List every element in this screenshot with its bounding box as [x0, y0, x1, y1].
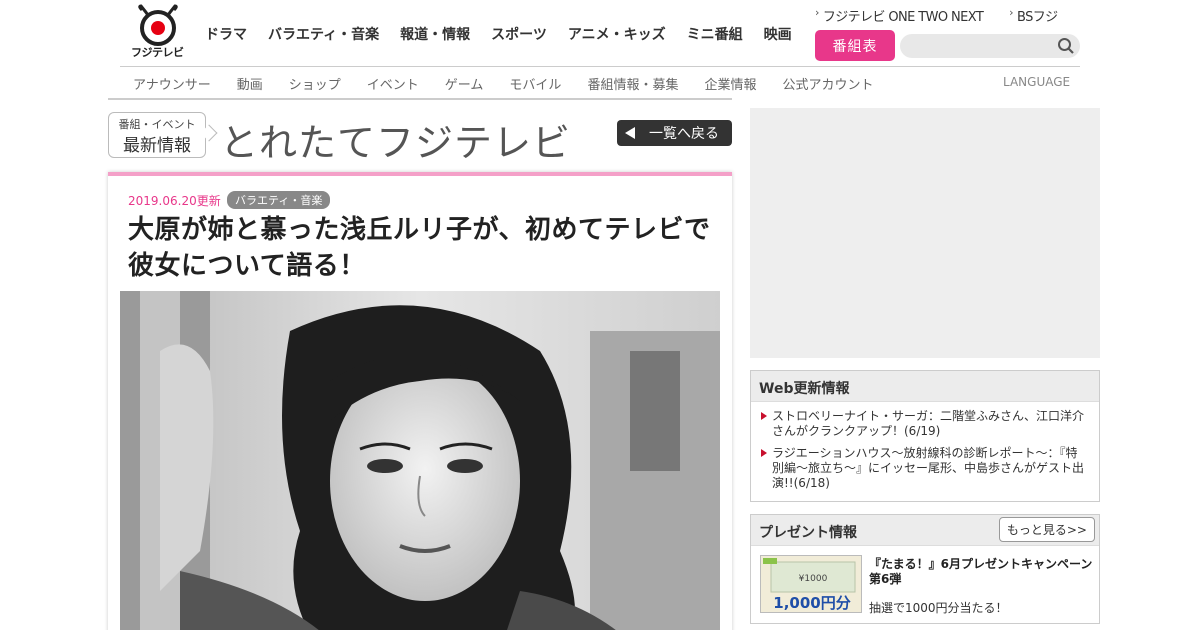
section-badge: 番組・イベント 最新情報	[108, 112, 206, 158]
nav-news-info[interactable]: 報道・情報	[400, 24, 470, 44]
present-thumbnail[interactable]: ¥1000 1,000円分	[760, 555, 862, 613]
chevron-right-icon: ›	[1009, 6, 1013, 19]
more-button[interactable]: もっと見る>>	[998, 517, 1095, 542]
page-title: とれたてフジテレビ	[220, 121, 572, 165]
present-title[interactable]: 『たまる！』6月プレゼントキャンペーン第6弾	[869, 557, 1094, 587]
article-photo	[120, 291, 720, 630]
thumb-small-text: ¥1000	[799, 574, 828, 584]
subnav-mobile[interactable]: モバイル	[509, 74, 561, 93]
search-icon[interactable]	[1057, 37, 1075, 55]
web-update-heading: Web更新情報	[751, 371, 1099, 402]
sub-nav: アナウンサー 動画 ショップ イベント ゲーム モバイル 番組情報・募集 企業情…	[133, 74, 899, 93]
nav-variety-music[interactable]: バラエティ・音楽	[268, 24, 379, 44]
tv-schedule-button[interactable]: 番組表	[815, 30, 895, 61]
article-date: 2019.06.20更新	[128, 194, 221, 208]
subnav-event[interactable]: イベント	[367, 74, 419, 93]
header-divider	[108, 98, 732, 100]
article-card: 2019.06.20更新 バラエティ・音楽 大原が姉と慕った浅丘ルリ子が、初めて…	[108, 172, 732, 630]
chevron-right-icon: ›	[815, 6, 819, 19]
gift-card-image: ¥1000 1,000円分	[761, 556, 861, 612]
web-update-box: Web更新情報 ストロベリーナイト・サーガ：二階堂ふみさん、江口洋介さんがクラン…	[750, 370, 1100, 502]
badge-line1: 番組・イベント	[118, 118, 196, 131]
subnav-program-info[interactable]: 番組情報・募集	[587, 74, 678, 93]
portrait-photo-image	[120, 291, 720, 630]
subnav-game[interactable]: ゲーム	[445, 74, 484, 93]
badge-line2: 最新情報	[123, 136, 191, 156]
search-input[interactable]	[900, 34, 1080, 58]
nav-drama[interactable]: ドラマ	[205, 24, 247, 44]
nav-sports[interactable]: スポーツ	[491, 24, 547, 44]
present-heading-text: プレゼント情報	[759, 525, 857, 541]
subnav-official-account[interactable]: 公式アカウント	[782, 74, 873, 93]
language-link[interactable]: LANGUAGE	[1003, 75, 1070, 89]
category-badge[interactable]: バラエティ・音楽	[227, 191, 331, 209]
subnav-corporate[interactable]: 企業情報	[704, 74, 756, 93]
list-item[interactable]: ストロベリーナイト・サーガ：二階堂ふみさん、江口洋介さんがクランクアップ！(6/…	[751, 409, 1099, 439]
thumb-amount-text: 1,000円分	[773, 594, 850, 612]
top-links: › フジテレビ ONE TWO NEXT › BSフジ	[815, 6, 1058, 25]
link-one-two-next[interactable]: フジテレビ ONE TWO NEXT	[823, 6, 984, 25]
triangle-left-icon	[625, 127, 635, 139]
subnav-shop[interactable]: ショップ	[289, 74, 341, 93]
nav-anime-kids[interactable]: アニメ・キッズ	[568, 24, 666, 44]
present-heading: プレゼント情報 もっと見る>>	[751, 515, 1099, 546]
main-nav: ドラマ バラエティ・音楽 報道・情報 スポーツ アニメ・キッズ ミニ番組 映画	[205, 24, 813, 44]
news-text: ストロベリーナイト・サーガ：二階堂ふみさん、江口洋介さんがクランクアップ！(6/…	[772, 409, 1085, 438]
news-text: ラジエーションハウス～放射線科の診断レポート～：『特別編～旅立ち～』にイッセー尾…	[772, 446, 1085, 490]
ad-placeholder	[750, 108, 1100, 358]
triangle-right-icon	[761, 412, 767, 420]
subnav-video[interactable]: 動画	[237, 74, 263, 93]
triangle-right-icon	[761, 449, 767, 457]
present-box: プレゼント情報 もっと見る>> ¥1000 1,000円分 『たまる！』6月プレ…	[750, 514, 1100, 624]
nav-movies[interactable]: 映画	[764, 24, 792, 44]
article-headline: 大原が姉と慕った浅丘ルリ子が、初めてテレビで彼女について語る！	[128, 215, 711, 281]
back-label: 一覧へ戻る	[649, 126, 719, 142]
subnav-announcer[interactable]: アナウンサー	[133, 74, 211, 93]
logo-text[interactable]: フジテレビ	[131, 44, 184, 60]
list-item[interactable]: ラジエーションハウス～放射線科の診断レポート～：『特別編～旅立ち～』にイッセー尾…	[751, 446, 1099, 491]
back-to-list-button[interactable]: 一覧へ戻る	[617, 120, 732, 146]
subnav-divider	[120, 66, 1080, 67]
nav-mini-programs[interactable]: ミニ番組	[687, 24, 743, 44]
present-desc: 抽選で1000円分当たる！	[869, 601, 1008, 615]
link-bs-fuji[interactable]: BSフジ	[1017, 6, 1058, 25]
